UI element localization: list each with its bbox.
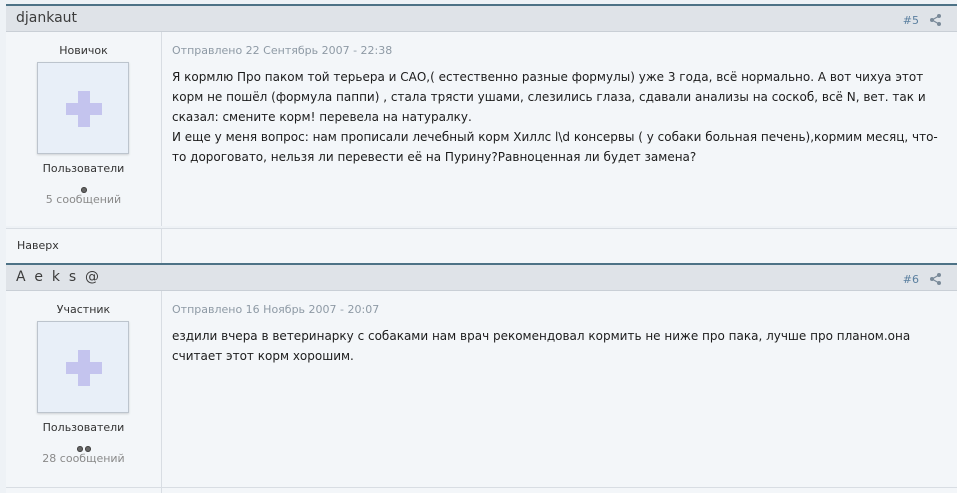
member-rank: Участник bbox=[56, 303, 111, 316]
post-6: A e k s @ #6 Участник Пользователи 28 со… bbox=[6, 263, 957, 492]
post-content: ездили вчера в ветеринарку с собаками на… bbox=[172, 326, 952, 366]
post-date: Отправлено 16 Ноябрь 2007 - 20:07 bbox=[172, 303, 380, 316]
post-5: djankaut #5 Новичок Пользователи 5 сообщ… bbox=[6, 4, 957, 226]
post-paragraph: Я кормлю Про паком той терьера и САО,( е… bbox=[172, 70, 926, 124]
rank-pips bbox=[6, 437, 161, 452]
post-author-name[interactable]: djankaut bbox=[16, 10, 77, 26]
rank-pips bbox=[6, 178, 161, 193]
post-date: Отправлено 22 Сентябрь 2007 - 22:38 bbox=[172, 44, 393, 57]
post-content: Я кормлю Про паком той терьера и САО,( е… bbox=[172, 67, 952, 167]
member-rank: Новичок bbox=[59, 44, 108, 57]
post-number-link[interactable]: #5 bbox=[903, 14, 919, 27]
post-number-link[interactable]: #6 bbox=[903, 273, 919, 286]
share-icon[interactable] bbox=[930, 14, 941, 26]
post-header: djankaut #5 bbox=[6, 4, 957, 32]
member-group: Пользователи bbox=[42, 421, 125, 434]
post-paragraph: ездили вчера в ветеринарку с собаками на… bbox=[172, 329, 911, 363]
post-paragraph: И еще у меня вопрос: нам прописали лечеб… bbox=[172, 130, 938, 164]
post-header: A e k s @ #6 bbox=[6, 263, 957, 291]
next-post-edge bbox=[6, 487, 957, 493]
avatar[interactable] bbox=[37, 62, 129, 154]
post-footer: Наверх bbox=[6, 228, 957, 263]
share-icon[interactable] bbox=[930, 273, 941, 285]
back-to-top-link[interactable]: Наверх bbox=[17, 239, 59, 252]
member-post-count: 5 сообщений bbox=[45, 193, 122, 206]
post-body: Новичок Пользователи 5 сообщений Отправл… bbox=[6, 32, 957, 226]
author-info-panel: Новичок Пользователи 5 сообщений bbox=[6, 32, 162, 226]
avatar[interactable] bbox=[37, 321, 129, 413]
author-info-panel: Участник Пользователи 28 сообщений bbox=[6, 291, 162, 492]
member-group: Пользователи bbox=[42, 162, 125, 175]
member-post-count: 28 сообщений bbox=[42, 452, 125, 465]
post-body: Участник Пользователи 28 сообщений Отпра… bbox=[6, 291, 957, 492]
post-author-name[interactable]: A e k s @ bbox=[16, 269, 101, 285]
